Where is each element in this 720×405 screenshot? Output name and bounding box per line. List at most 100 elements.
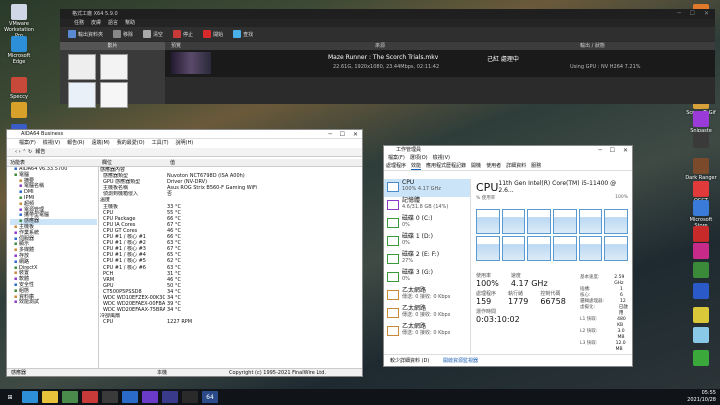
start-button[interactable]: ⊞ — [2, 391, 18, 403]
spec-label: L1 快取: — [580, 317, 598, 322]
video-join-tile[interactable] — [100, 54, 128, 80]
remove-button[interactable]: 移除 — [113, 30, 133, 38]
format-tile[interactable] — [100, 82, 128, 108]
converter-minimize-button[interactable]: ─ — [677, 9, 681, 18]
aida-titlebar: AIDA64 Business — [7, 130, 362, 139]
resource-monitor-link[interactable]: 開啟資源監視器 — [443, 358, 478, 364]
desktop-icon[interactable] — [684, 350, 718, 367]
converter-menubar: 任務 皮膚 語言 幫助 — [60, 19, 715, 27]
tm-tab[interactable]: 詳細資料 — [506, 163, 526, 169]
converter-menu-language[interactable]: 語言 — [108, 20, 118, 26]
less-details-link[interactable]: 較少詳細資料 (D) — [390, 358, 429, 364]
resource-item[interactable]: 乙太網路 傳送: 0 接收: 0 Kbps — [384, 287, 470, 305]
resource-item[interactable]: 磁碟 2 (E: F:) 27% — [384, 251, 470, 269]
tm-tab[interactable]: 效能 — [411, 163, 422, 170]
mp4-tile[interactable] — [68, 82, 96, 108]
cpu-core-graph — [476, 209, 500, 234]
col-field[interactable]: 欄位 — [102, 159, 112, 167]
cpu-stats: 使用率 100% 速度 4.17 GHz 處理程序 159 執行緒 1779 控制代碼 6… — [476, 272, 566, 324]
taskbar-app-icon[interactable] — [42, 391, 58, 403]
converter-menu-help[interactable]: 幫助 — [125, 20, 135, 26]
desktop-icon[interactable] — [2, 102, 36, 119]
tm-close-button[interactable]: ✕ — [623, 146, 628, 155]
taskbar-app-icon[interactable] — [142, 391, 158, 403]
col-value[interactable]: 值 — [170, 159, 175, 167]
taskbar-app-icon[interactable] — [82, 391, 98, 403]
aida-menu-item[interactable]: 遠端(M) — [92, 140, 110, 146]
resource-item[interactable]: 乙太網路 傳送: 0 接收: 0 Kbps — [384, 305, 470, 323]
find-button[interactable]: 查找 — [233, 30, 253, 38]
aida-close-button[interactable]: ✕ — [353, 130, 358, 139]
clear-button[interactable]: 清空 — [143, 30, 163, 38]
tm-menu-item[interactable]: 檔案(F) — [388, 155, 405, 161]
desktop-icon[interactable]: Dark Ranger — [684, 158, 718, 181]
resource-item[interactable]: 磁碟 3 (G:) 0% — [384, 269, 470, 287]
video-category-header[interactable]: 影片 — [60, 42, 165, 50]
resource-item[interactable]: CPU 100% 4.17 GHz — [384, 179, 470, 197]
aida-menu-item[interactable]: 我的最愛(O) — [117, 140, 145, 146]
sensor-row[interactable]: CPU 1227 RPM — [99, 319, 362, 325]
taskbar-app-icon[interactable] — [102, 391, 118, 403]
resource-item[interactable]: 磁碟 0 (C:) 0% — [384, 215, 470, 233]
aida-menu-item[interactable]: 說明(H) — [176, 140, 194, 146]
aida-menu-item[interactable]: 檢視(V) — [43, 140, 60, 146]
taskbar-app-icon[interactable] — [182, 391, 198, 403]
col-source: 來源 — [375, 43, 386, 49]
aida-menu-item[interactable]: 工具(T) — [152, 140, 169, 146]
taskbar-app-icon[interactable] — [62, 391, 78, 403]
aida-minimize-button[interactable]: ─ — [328, 130, 332, 139]
tm-tab[interactable]: 處理程序 — [386, 163, 406, 169]
report-button[interactable]: 報告 — [35, 149, 45, 155]
start-button[interactable]: 開始 — [203, 30, 223, 38]
aida-menu-item[interactable]: 檔案(F) — [19, 140, 36, 146]
aida-maximize-button[interactable]: ☐ — [340, 130, 345, 139]
converter-menu-task[interactable]: 任務 — [74, 20, 84, 26]
desktop-icon[interactable] — [684, 243, 718, 260]
tm-tab[interactable]: 服務 — [531, 163, 541, 169]
stop-button[interactable]: 停止 — [173, 30, 193, 38]
converter-close-button[interactable]: ✕ — [704, 9, 709, 18]
tm-menu-item[interactable]: 選項(O) — [410, 155, 428, 161]
cpu-core-graphs — [476, 209, 628, 261]
tm-minimize-button[interactable]: ─ — [598, 146, 602, 155]
resource-item[interactable]: 磁碟 1 (D:) 0% — [384, 233, 470, 251]
converter-maximize-button[interactable]: ☐ — [690, 9, 695, 18]
status-left: 感應器 — [11, 370, 27, 376]
tm-tab[interactable]: 開機 — [471, 163, 481, 169]
cpu-heading: CPU — [476, 181, 499, 194]
convert-format-tile[interactable] — [68, 54, 96, 80]
desktop-icon[interactable]: Microsoft Store — [684, 200, 718, 229]
tree-item[interactable]: ▪ 效能測試 — [10, 299, 97, 306]
tm-tab[interactable]: 應用程式歷程記錄 — [426, 163, 466, 169]
desktop-icon[interactable] — [684, 132, 718, 149]
tm-tab[interactable]: 使用者 — [486, 163, 501, 169]
resource-item[interactable]: 記憶體 4.6/31.8 GB (14%) — [384, 197, 470, 215]
handle-value: 66758 — [540, 297, 566, 306]
desktop-icon[interactable] — [684, 262, 718, 279]
desktop-icon[interactable] — [684, 283, 718, 300]
taskbar-app-icon[interactable] — [122, 391, 138, 403]
desktop-icon[interactable] — [684, 307, 718, 324]
output-folder-button[interactable]: 輸出資料夾 — [68, 30, 103, 38]
resource-item[interactable]: 乙太網路 傳送: 0 接收: 0 Kbps — [384, 323, 470, 341]
app-icon — [11, 4, 27, 20]
desktop-icon[interactable]: Snipaste — [684, 111, 718, 134]
taskbar-app-icon[interactable] — [162, 391, 178, 403]
system-tray[interactable]: 05:55 2021/10/28 — [687, 389, 716, 405]
up-icon[interactable]: ⌃ — [22, 149, 26, 155]
taskbar-aida64[interactable]: 64 — [202, 391, 218, 403]
tm-menu-item[interactable]: 檢視(V) — [433, 155, 450, 161]
desktop-icon[interactable]: VMware Workstation Pro — [2, 4, 36, 39]
taskbar-app-icon[interactable] — [22, 391, 38, 403]
desktop-icon[interactable] — [684, 327, 718, 344]
converter-menu-skin[interactable]: 皮膚 — [91, 20, 101, 26]
tm-maximize-button[interactable]: ☐ — [610, 146, 615, 155]
aida-menu-item[interactable]: 報告(R) — [67, 140, 84, 146]
back-icon[interactable]: ‹ — [15, 149, 17, 155]
output-folder-label: 輸出資料夾 — [78, 31, 104, 38]
refresh-icon[interactable]: ↻ — [28, 149, 32, 155]
forward-icon[interactable]: › — [19, 149, 21, 155]
desktop-icon[interactable]: Microsoft Edge — [2, 36, 36, 65]
desktop-icon[interactable]: Speccy — [2, 77, 36, 100]
job-row[interactable]: Maze Runner : The Scorch Trials.mkv 22.6… — [165, 50, 715, 77]
